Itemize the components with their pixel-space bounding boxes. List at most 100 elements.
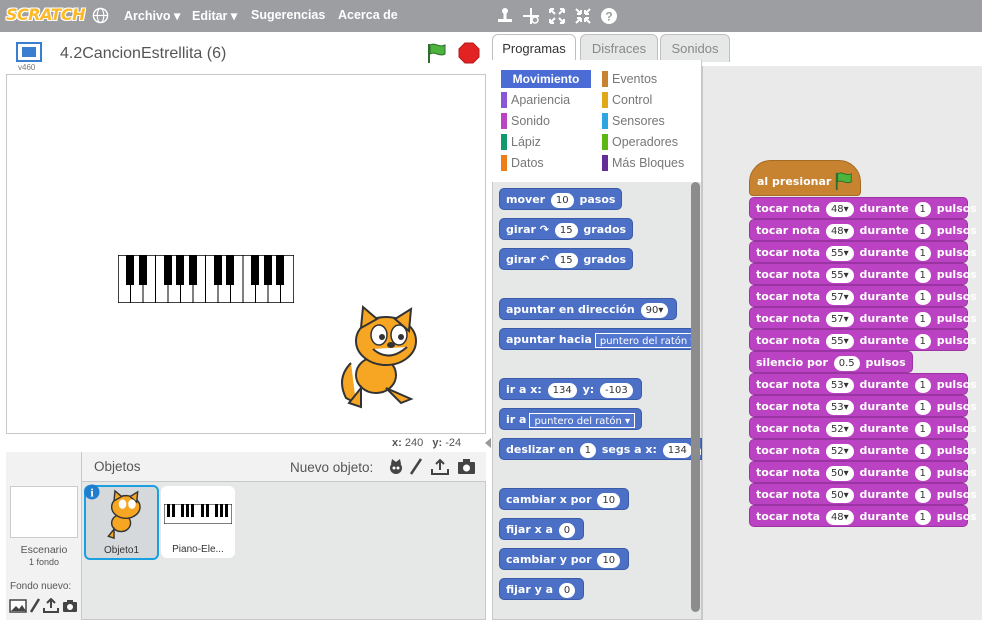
menu-acerca-de[interactable]: Acerca de (338, 8, 398, 22)
block-tocar-nota[interactable]: tocar nota 48▾ durante 1 pulsos (749, 219, 977, 241)
tab-programas[interactable]: Programas (492, 34, 576, 62)
note-dropdown[interactable]: 57▾ (825, 311, 854, 327)
block-tocar-nota[interactable]: tocar nota 50▾ durante 1 pulsos (749, 483, 977, 505)
block-deslizar[interactable]: deslizar en 1 segs a x: 134 y (499, 438, 702, 460)
block-ir-a[interactable]: ir a puntero del ratón ▾ (499, 408, 643, 430)
beats-input[interactable]: 1 (914, 399, 931, 415)
block-apuntar-direccion[interactable]: apuntar en dirección 90▾ (499, 298, 678, 320)
block-input[interactable]: 15 (554, 222, 578, 238)
beats-input[interactable]: 1 (914, 509, 931, 525)
stop-icon[interactable] (458, 42, 480, 64)
block-tocar-nota[interactable]: tocar nota 55▾ durante 1 pulsos (749, 263, 977, 285)
green-flag-icon[interactable] (426, 42, 448, 64)
block-input[interactable]: 1 (579, 442, 597, 458)
palette-scrollbar[interactable] (691, 182, 700, 612)
category-sensores[interactable]: Sensores (602, 112, 665, 130)
block-fijar-y[interactable]: fijar y a 0 (499, 578, 585, 600)
block-input[interactable]: 90▾ (640, 302, 669, 318)
beats-input[interactable]: 1 (914, 443, 931, 459)
block-cambiar-x[interactable]: cambiar x por 10 (499, 488, 630, 510)
note-dropdown[interactable]: 55▾ (825, 333, 854, 349)
block-tocar-nota[interactable]: tocar nota 55▾ durante 1 pulsos (749, 241, 977, 263)
block-cambiar-y[interactable]: cambiar y por 10 (499, 548, 630, 570)
note-dropdown[interactable]: 55▾ (825, 267, 854, 283)
block-girar-derecha[interactable]: girar ↷ 15 grados (499, 218, 634, 240)
block-apuntar-hacia[interactable]: apuntar haciapuntero del ratón ▾ (499, 328, 695, 350)
beats-input[interactable]: 1 (914, 223, 931, 239)
block-fijar-x[interactable]: fijar x a 0 (499, 518, 585, 540)
note-dropdown[interactable]: 55▾ (825, 245, 854, 261)
note-dropdown[interactable]: 50▾ (825, 487, 854, 503)
beats-input[interactable]: 1 (914, 245, 931, 261)
block-al-presionar-bandera[interactable]: al presionar (749, 160, 861, 196)
category-apariencia[interactable]: Apariencia (501, 91, 570, 109)
beats-input[interactable]: 1 (914, 487, 931, 503)
category-sonido[interactable]: Sonido (501, 112, 550, 130)
rest-input[interactable]: 0.5 (833, 355, 860, 371)
duplicate-stamp-icon[interactable] (496, 7, 514, 25)
note-dropdown[interactable]: 52▾ (825, 443, 854, 459)
paint-backdrop-icon[interactable] (29, 598, 41, 614)
beats-input[interactable]: 1 (914, 311, 931, 327)
category-operadores[interactable]: Operadores (602, 133, 678, 151)
beats-input[interactable]: 1 (914, 289, 931, 305)
note-dropdown[interactable]: 48▾ (825, 201, 854, 217)
block-input[interactable]: 10 (597, 552, 621, 568)
camera-sprite-icon[interactable] (457, 458, 476, 475)
tab-sonidos[interactable]: Sonidos (660, 34, 730, 62)
block-tocar-nota[interactable]: tocar nota 57▾ durante 1 pulsos (749, 307, 977, 329)
block-tocar-nota[interactable]: tocar nota 53▾ durante 1 pulsos (749, 373, 977, 395)
block-ir-a-xy[interactable]: ir a x: 134 y: -103 (499, 378, 642, 400)
beats-input[interactable]: 1 (914, 201, 931, 217)
category-eventos[interactable]: Eventos (602, 70, 657, 88)
category-movimiento[interactable]: Movimiento (501, 70, 591, 88)
piano-sprite[interactable] (118, 255, 294, 303)
block-tocar-nota[interactable]: tocar nota 53▾ durante 1 pulsos (749, 395, 977, 417)
note-dropdown[interactable]: 53▾ (825, 377, 854, 393)
block-input[interactable]: 10 (597, 492, 621, 508)
note-dropdown[interactable]: 52▾ (825, 421, 854, 437)
project-title[interactable]: 4.2CancionEstrellita (6) (60, 45, 226, 63)
block-tocar-nota[interactable]: tocar nota 52▾ durante 1 pulsos (749, 439, 977, 461)
scratch-logo[interactable]: SCRATCH (6, 4, 85, 26)
sprite-library-icon[interactable] (387, 458, 405, 476)
block-silencio[interactable]: silencio por 0.5 pulsos (749, 351, 913, 373)
note-dropdown[interactable]: 57▾ (825, 289, 854, 305)
category-control[interactable]: Control (602, 91, 652, 109)
note-dropdown[interactable]: 48▾ (825, 223, 854, 239)
note-dropdown[interactable]: 53▾ (825, 399, 854, 415)
camera-backdrop-icon[interactable] (62, 599, 78, 613)
note-dropdown[interactable]: 48▾ (825, 509, 854, 525)
collapse-arrow-icon[interactable] (484, 437, 492, 449)
category-mas-bloques[interactable]: Más Bloques (602, 154, 684, 172)
beats-input[interactable]: 1 (914, 267, 931, 283)
upload-sprite-icon[interactable] (431, 458, 449, 476)
block-input[interactable]: -103 (599, 382, 633, 398)
cat-sprite[interactable] (331, 303, 429, 413)
stage-canvas[interactable] (6, 74, 486, 434)
category-lapiz[interactable]: Lápiz (501, 133, 541, 151)
block-tocar-nota[interactable]: tocar nota 48▾ durante 1 pulsos (749, 197, 977, 219)
block-dropdown[interactable]: puntero del ratón ▾ (529, 412, 636, 428)
stage-thumbnail[interactable] (10, 486, 78, 538)
block-tocar-nota[interactable]: tocar nota 48▾ durante 1 pulsos (749, 505, 977, 527)
beats-input[interactable]: 1 (914, 333, 931, 349)
block-input[interactable]: 134 (662, 442, 692, 458)
globe-icon[interactable] (92, 7, 109, 24)
upload-backdrop-icon[interactable] (43, 598, 59, 613)
category-datos[interactable]: Datos (501, 154, 544, 172)
help-icon[interactable]: ? (600, 7, 618, 25)
paint-sprite-icon[interactable] (409, 458, 423, 476)
block-tocar-nota[interactable]: tocar nota 52▾ durante 1 pulsos (749, 417, 977, 439)
block-input[interactable]: 0 (558, 582, 576, 598)
block-tocar-nota[interactable]: tocar nota 55▾ durante 1 pulsos (749, 329, 977, 351)
sprite-tile-piano[interactable]: Piano-Ele... (161, 486, 235, 558)
note-dropdown[interactable]: 50▾ (825, 465, 854, 481)
menu-editar[interactable]: Editar ▾ (192, 8, 237, 23)
tab-disfraces[interactable]: Disfraces (580, 34, 658, 62)
shrink-icon[interactable] (574, 7, 592, 25)
presentation-mode-icon[interactable] (16, 42, 42, 62)
info-icon[interactable]: i (84, 484, 100, 500)
backdrop-library-icon[interactable] (9, 599, 27, 613)
beats-input[interactable]: 1 (914, 377, 931, 393)
